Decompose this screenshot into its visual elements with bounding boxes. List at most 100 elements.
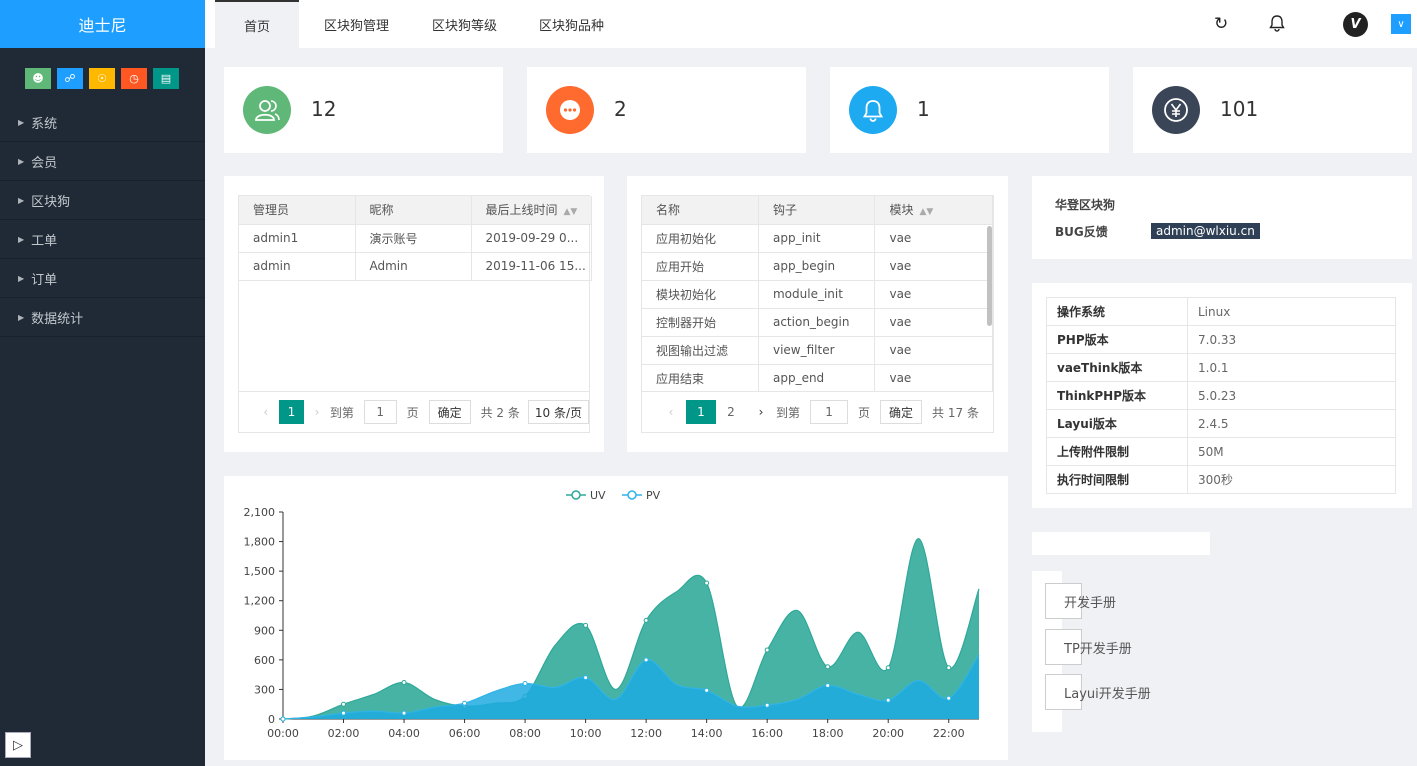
x-tick-label: 22:00 (933, 727, 965, 740)
x-tick-label: 10:00 (570, 727, 602, 740)
table-row: vaeThink版本 1.0.1 (1046, 353, 1396, 382)
table-cell: app_end (758, 364, 876, 393)
refresh-icon[interactable]: ↻ (1214, 14, 1228, 34)
x-tick-label: 06:00 (449, 727, 481, 740)
x-tick-label: 08:00 (509, 727, 541, 740)
info-value: 2.4.5 (1187, 409, 1396, 438)
column-header-sortable[interactable]: 模块 ▲▼ (874, 196, 993, 225)
table-row[interactable]: 控制器开始 action_begin vae (642, 308, 993, 337)
table-row[interactable]: admin1 演示账号 2019-09-29 0... (239, 224, 592, 253)
prev-page-icon[interactable]: ‹ (253, 400, 279, 424)
traffic-chart-card: 0 300 600 900 1,200 1,500 1,800 2,100 00:00 02:00… (224, 476, 1008, 760)
confirm-button[interactable]: 确定 (428, 400, 471, 424)
y-tick-label: 1,500 (244, 565, 276, 578)
page-number[interactable]: 2 (716, 400, 746, 424)
sidebar-toggle-icon[interactable]: ▷ (5, 732, 31, 758)
stat-value: 101 (1220, 97, 1259, 121)
top-header: 首页 区块狗管理 区块狗等级 区块狗品种 ↻ V ∨ (205, 0, 1417, 48)
menu-item-blockdog[interactable]: ▶ 区块狗 (0, 181, 205, 220)
info-value: 1.0.1 (1187, 353, 1396, 382)
menu-item-ticket[interactable]: ▶ 工单 (0, 220, 205, 259)
avatar[interactable]: V (1343, 12, 1368, 37)
manual-label[interactable]: 开发手册 (1064, 592, 1116, 611)
stat-card-messages: 2 (527, 67, 806, 153)
total-count: 共 17 条 (932, 405, 979, 420)
chevron-down-icon[interactable]: ∨ (1391, 14, 1411, 34)
manual-label[interactable]: TP开发手册 (1064, 638, 1132, 657)
system-info-table: 操作系统 Linux PHP版本 7.0.33 vaeThink版本 1.0.1 Th… (1046, 297, 1396, 494)
page-unit-label: 页 (858, 405, 871, 420)
table-cell: 演示账号 (355, 224, 472, 253)
bug-email-badge[interactable]: admin@wlxiu.cn (1151, 223, 1260, 239)
page-input[interactable]: 1 (810, 400, 849, 424)
y-tick-label: 1,800 (244, 536, 276, 549)
x-tick-label: 04:00 (388, 727, 420, 740)
table-cell: vae (874, 224, 993, 253)
data-point (764, 702, 770, 708)
table-cell: action_begin (758, 308, 876, 337)
table-cell: 控制器开始 (642, 308, 759, 337)
table-cell: 2019-11-06 15... (471, 252, 592, 281)
data-point (764, 647, 770, 653)
y-tick-label: 0 (268, 713, 275, 726)
legend-marker (627, 490, 637, 500)
confirm-button[interactable]: 确定 (880, 400, 923, 424)
menu-label: 系统 (31, 116, 58, 132)
table-row: 执行时间限制 300秒 (1046, 465, 1396, 494)
trash-icon[interactable]: ▤ (153, 68, 179, 89)
table-scrollbar[interactable] (987, 226, 992, 326)
page-size-select[interactable]: 10 条/页 (527, 400, 589, 424)
clock-icon[interactable]: ◷ (121, 68, 147, 89)
stat-value: 12 (311, 97, 337, 121)
menu-label: 会员 (31, 155, 58, 171)
page-input[interactable]: 1 (363, 400, 397, 424)
menu-item-order[interactable]: ▶ 订单 (0, 259, 205, 298)
table-row[interactable]: 应用初始化 app_init vae (642, 224, 993, 253)
next-page-icon[interactable]: › (746, 400, 776, 424)
brand-title[interactable]: 迪士尼 (0, 0, 205, 48)
tab-blockdog-breed[interactable]: 区块狗品种 (539, 0, 604, 48)
user-icon[interactable]: ☻ (25, 68, 51, 89)
table-cell: vae (874, 308, 993, 337)
menu-label: 区块狗 (31, 194, 71, 210)
yen-icon (1152, 86, 1200, 134)
table-cell: vae (874, 280, 993, 309)
page-number-current[interactable]: 1 (278, 400, 305, 424)
data-point (643, 617, 649, 623)
table-row[interactable]: 应用结束 app_end vae (642, 364, 993, 393)
tab-home[interactable]: 首页 (215, 0, 300, 48)
table-row[interactable]: admin Admin 2019-11-06 15... (239, 252, 592, 281)
column-header-sortable[interactable]: 最后上线时间 ▲▼ (471, 196, 592, 225)
sort-icon[interactable]: ▲▼ (919, 207, 933, 217)
page-number-current[interactable]: 1 (686, 400, 716, 424)
prev-page-icon[interactable]: ‹ (656, 400, 686, 424)
info-key: 上传附件限制 (1046, 437, 1188, 466)
stat-card-users: 12 (224, 67, 503, 153)
info-card: 华登区块狗 BUG反馈 admin@wlxiu.cn (1032, 176, 1412, 259)
table-row[interactable]: 应用开始 app_begin vae (642, 252, 993, 281)
legend-label: PV (646, 489, 661, 502)
menu-item-member[interactable]: ▶ 会员 (0, 142, 205, 181)
traffic-chart: 0 300 600 900 1,200 1,500 1,800 2,100 00:00 02:00… (244, 489, 980, 740)
table-row: 操作系统 Linux (1046, 297, 1396, 326)
menu-item-stats[interactable]: ▶ 数据统计 (0, 298, 205, 337)
stat-card-money: 101 (1133, 67, 1412, 153)
table-row[interactable]: 视图输出过滤 view_filter vae (642, 336, 993, 365)
table-row[interactable]: 模块初始化 module_init vae (642, 280, 993, 309)
table-cell: app_begin (758, 252, 876, 281)
tab-blockdog-manage[interactable]: 区块狗管理 (324, 0, 389, 48)
menu-item-system[interactable]: ▶ 系统 (0, 103, 205, 142)
next-page-icon[interactable]: › (304, 400, 330, 424)
data-point (946, 695, 952, 701)
data-point (341, 701, 347, 707)
menu-label: 数据统计 (31, 311, 84, 327)
manual-label[interactable]: Layui开发手册 (1064, 683, 1151, 702)
bell-icon[interactable] (1269, 14, 1285, 37)
globe-icon[interactable]: ☉ (89, 68, 115, 89)
data-point (885, 665, 891, 671)
data-point (946, 665, 952, 671)
lock-icon[interactable]: ☍ (57, 68, 83, 89)
tab-blockdog-level[interactable]: 区块狗等级 (432, 0, 497, 48)
sort-icon[interactable]: ▲▼ (564, 207, 578, 217)
table-cell: 应用初始化 (642, 224, 759, 253)
